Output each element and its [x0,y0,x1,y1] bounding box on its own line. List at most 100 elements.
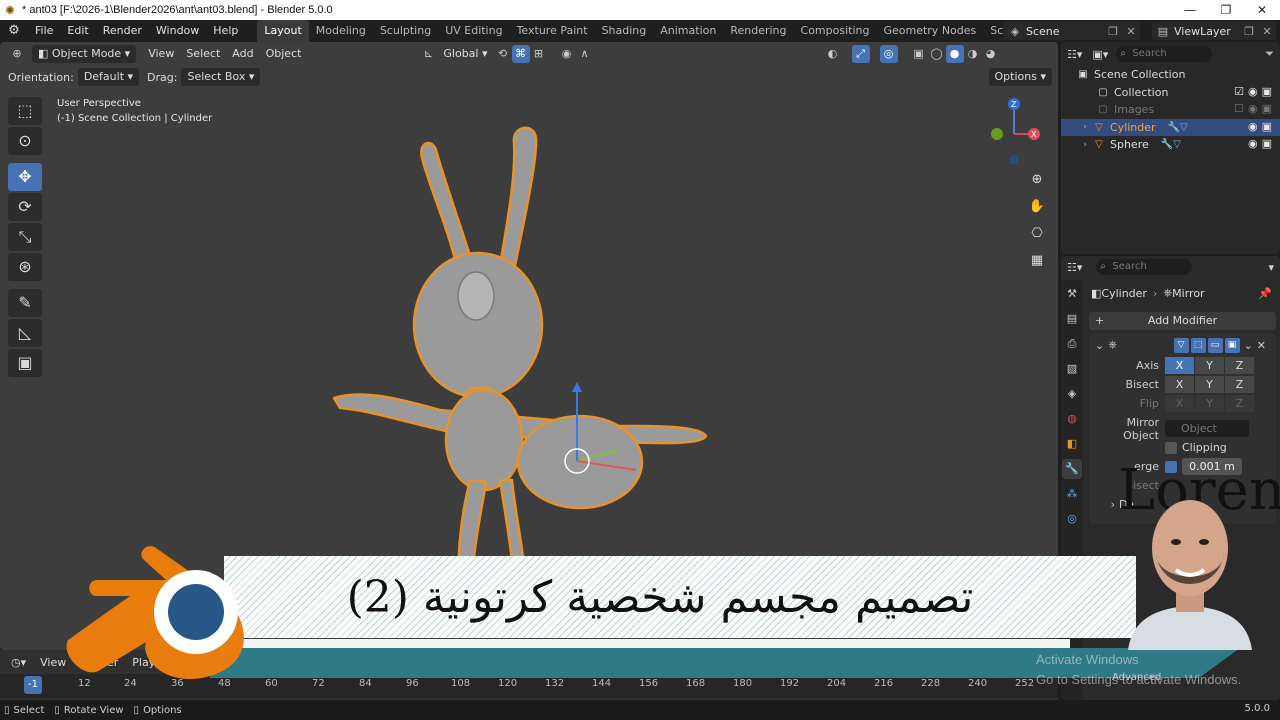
current-frame-indicator[interactable]: -1 [24,676,42,694]
scene-copy-icon[interactable]: ❐ [1104,25,1122,38]
menu-file[interactable]: File [28,20,60,42]
cursor-tool-icon[interactable]: ⊙ [8,127,42,155]
modifier-tab-icon[interactable]: 🔧 [1062,459,1082,479]
transform-orientation-dropdown[interactable]: Global ▾ [437,45,493,63]
render-tab-icon[interactable]: ▤ [1062,309,1082,329]
menu-render[interactable]: Render [96,20,149,42]
scene-selector[interactable]: ◈ Scene ❐ ✕ [1004,22,1140,40]
shading-rendered-icon[interactable]: ◕ [982,45,1000,63]
outliner-row-scene-collection[interactable]: ▣ Scene Collection [1061,66,1280,84]
eye-icon[interactable]: ◉ [1248,120,1258,133]
expand-arrow-icon[interactable]: › [1079,122,1091,132]
outliner-row-collection[interactable]: ▢ Collection ☑ ◉ ▣ [1061,84,1280,102]
tab-modeling[interactable]: Modeling [309,20,373,42]
tab-animation[interactable]: Animation [653,20,723,42]
move-gizmo-z-arrow[interactable] [572,382,582,392]
dropdown-icon[interactable]: ⌄ [1244,339,1253,352]
view-layer-copy-icon[interactable]: ❐ [1240,25,1258,38]
advanced-subpanel-label[interactable]: Advanced [1112,672,1161,683]
shading-solid-icon[interactable]: ● [945,45,964,63]
clipping-checkbox[interactable] [1165,441,1177,454]
add-cube-tool-icon[interactable]: ▣ [8,349,42,377]
checkbox-icon[interactable]: ☐ [1234,102,1244,115]
tab-compositing[interactable]: Compositing [794,20,877,42]
world-tab-icon[interactable]: ◍ [1062,409,1082,429]
flip-y-toggle[interactable]: Y [1195,395,1224,412]
minimize-button[interactable]: — [1172,0,1208,20]
axis-x-toggle[interactable]: X [1165,357,1194,374]
menu-window[interactable]: Window [149,20,206,42]
flip-z-toggle[interactable]: Z [1225,395,1254,412]
view-layer-name[interactable]: ViewLayer [1174,25,1240,38]
outliner-search-input[interactable]: Search [1116,46,1213,62]
tab-texture-paint[interactable]: Texture Paint [510,20,595,42]
orientation-dropdown[interactable]: Default ▾ [77,68,140,86]
move-tool-icon[interactable]: ✥ [8,163,42,191]
eye-icon[interactable]: ◉ [1248,102,1258,115]
checkbox-icon[interactable]: ☑ [1234,85,1244,98]
timeline-editor-icon[interactable]: ◷▾ [4,656,33,669]
overlay-toggle-icon[interactable]: ◎ [879,45,898,63]
properties-options-icon[interactable]: ▾ [1268,261,1274,274]
view-layer-tab-icon[interactable]: ▧ [1062,359,1082,379]
collapse-arrow-icon[interactable]: ⌄ [1095,339,1104,352]
display-mode-icon[interactable]: ▣▾ [1092,48,1108,61]
camera-icon[interactable]: ▣ [1262,120,1272,133]
xray-toggle-icon[interactable]: ▣ [910,45,928,63]
perspective-grid-icon[interactable]: ▦ [1025,249,1049,273]
camera-icon[interactable]: ▣ [1262,137,1272,150]
physics-tab-icon[interactable]: ◎ [1062,509,1082,529]
scene-tab-icon[interactable]: ◈ [1062,384,1082,404]
outliner-row-cylinder[interactable]: › ▽ Cylinder 🔧▽ ◉ ▣ [1061,118,1280,136]
camera-icon[interactable]: ▣ [1262,85,1272,98]
modifier-wrench-icon[interactable]: 🔧▽ [1168,122,1188,133]
select-box-tool-icon[interactable]: ⬚ [8,97,42,125]
modifier-wrench-icon[interactable]: 🔧▽ [1161,139,1181,150]
viewport-menu-view[interactable]: View [142,45,180,63]
flip-x-toggle[interactable]: X [1165,395,1194,412]
outliner-row-sphere[interactable]: › ▽ Sphere 🔧▽ ◉ ▣ [1061,136,1280,154]
close-window-button[interactable]: ✕ [1244,0,1280,20]
measure-tool-icon[interactable]: ◺ [8,319,42,347]
scene-close-icon[interactable]: ✕ [1122,25,1140,38]
view-layer-close-icon[interactable]: ✕ [1258,25,1276,38]
menu-edit[interactable]: Edit [60,20,95,42]
mode-dropdown[interactable]: ◧ Object Mode ▾ [32,45,137,63]
snap-target-icon[interactable]: ⊞ [530,45,548,63]
output-tab-icon[interactable]: ⎙ [1062,334,1082,354]
shading-wireframe-icon[interactable]: ◯ [928,45,946,63]
outliner-row-images[interactable]: ▢ Images ☐ ◉ ▣ [1061,101,1280,119]
tab-layout[interactable]: Layout [257,20,309,42]
filter-icon[interactable]: ⏷ [1265,47,1274,61]
expand-arrow-icon[interactable]: › [1089,498,1119,511]
proportional-edit-icon[interactable]: ◉ [558,45,576,63]
camera-view-icon[interactable]: ⎔ [1025,222,1049,246]
camera-icon[interactable]: ▣ [1262,102,1272,115]
drag-dropdown[interactable]: Select Box ▾ [181,68,261,86]
expand-arrow-icon[interactable]: › [1079,140,1091,150]
pivot-point-icon[interactable]: ⟲ [494,45,512,63]
scene-name[interactable]: Scene [1026,25,1104,38]
zoom-icon[interactable]: ⊕ [1025,168,1049,192]
edit-cage-icon[interactable]: ▽ [1173,337,1189,353]
tab-geometry-nodes[interactable]: Geometry Nodes [876,20,983,42]
properties-editor-icon[interactable]: ☷▾ [1067,261,1082,274]
tab-sculpting[interactable]: Sculpting [373,20,438,42]
viewport-menu-select[interactable]: Select [180,45,226,63]
falloff-icon[interactable]: ∧ [576,45,594,63]
viewport-menu-add[interactable]: Add [226,45,259,63]
snap-toggle-icon[interactable]: ⌘ [511,45,530,63]
gizmo-toggle-icon[interactable]: ⤢ [851,45,870,63]
editor-type-icon[interactable]: ⊕ [8,45,26,63]
remove-modifier-icon[interactable]: ✕ [1257,339,1266,352]
tool-tab-icon[interactable]: ⚒ [1062,284,1082,304]
rotate-tool-icon[interactable]: ⟳ [8,193,42,221]
gizmo-y-handle[interactable] [991,128,1003,140]
render-display-icon[interactable]: ▣ [1224,337,1240,353]
edit-mode-icon[interactable]: ⬚ [1190,337,1206,353]
navigation-gizmo[interactable]: Z X [985,94,1045,164]
mirror-modifier-header[interactable]: ⌄ ⎈ ▽ ⬚ ▭ ▣ ⌄ ✕ [1089,334,1276,356]
axis-z-toggle[interactable]: Z [1225,357,1254,374]
pin-icon[interactable]: 📌 [1258,287,1272,300]
scale-tool-icon[interactable]: ⤡ [8,223,42,251]
